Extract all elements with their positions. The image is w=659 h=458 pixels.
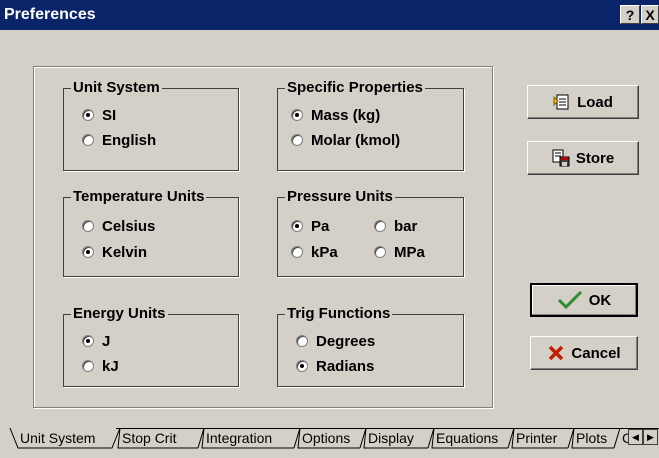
radio-kpa[interactable]: kPa: [291, 244, 338, 262]
tab-stop-crit[interactable]: Stop Crit: [120, 428, 178, 448]
radio-si[interactable]: SI: [82, 107, 116, 125]
ok-label: OK: [588, 291, 612, 309]
tab-options[interactable]: Options: [300, 428, 352, 448]
radio-button-icon: [82, 109, 94, 121]
pressure-units-group: Pressure Units Pa bar kPa MPa: [277, 188, 464, 277]
checkmark-icon: [557, 291, 582, 309]
specific-properties-group: Specific Properties Mass (kg) Molar (kmo…: [277, 79, 464, 171]
radio-kelvin[interactable]: Kelvin: [82, 244, 147, 262]
group-legend: Temperature Units: [71, 188, 207, 206]
radio-kj[interactable]: kJ: [82, 358, 119, 376]
radio-button-icon: [296, 360, 308, 372]
store-file-icon: [552, 149, 570, 167]
radio-celsius[interactable]: Celsius: [82, 218, 155, 236]
radio-button-icon: [82, 246, 94, 258]
group-legend: Energy Units: [71, 305, 168, 323]
window-title: Preferences: [4, 6, 96, 23]
group-legend: Trig Functions: [285, 305, 393, 323]
load-button[interactable]: Load: [527, 85, 639, 119]
unit-system-group: Unit System SI English: [63, 79, 239, 171]
radio-button-icon: [291, 109, 303, 121]
radio-button-icon: [82, 335, 94, 347]
scroll-right-icon[interactable]: ▶: [643, 429, 658, 445]
group-legend: Unit System: [71, 79, 162, 97]
ok-button[interactable]: OK: [530, 283, 638, 317]
radio-pa[interactable]: Pa: [291, 218, 329, 236]
tab-equations[interactable]: Equations: [434, 428, 500, 448]
radio-button-icon: [374, 220, 386, 232]
store-button[interactable]: Store: [527, 141, 639, 175]
radio-mass[interactable]: Mass (kg): [291, 107, 380, 125]
radio-button-icon: [82, 360, 94, 372]
radio-button-icon: [82, 134, 94, 146]
temperature-units-group: Temperature Units Celsius Kelvin: [63, 188, 239, 277]
tab-strip: Unit System Stop Crit Integration Option…: [8, 428, 659, 450]
radio-english[interactable]: English: [82, 132, 156, 150]
radio-mpa[interactable]: MPa: [374, 244, 425, 262]
radio-button-icon: [374, 246, 386, 258]
close-button[interactable]: X: [641, 5, 659, 24]
tab-unit-system[interactable]: Unit System: [18, 428, 97, 448]
store-label: Store: [575, 149, 615, 167]
group-legend: Pressure Units: [285, 188, 395, 206]
load-label: Load: [577, 93, 613, 111]
radio-button-icon: [291, 246, 303, 258]
x-icon: [549, 345, 564, 361]
load-file-icon: [553, 94, 569, 110]
radio-button-icon: [291, 220, 303, 232]
trig-functions-group: Trig Functions Degrees Radians: [277, 305, 464, 387]
tab-scroller: ◀ ▶: [628, 429, 659, 446]
energy-units-group: Energy Units J kJ: [63, 305, 239, 387]
tab-plots[interactable]: Plots: [574, 428, 609, 448]
scroll-left-icon[interactable]: ◀: [628, 429, 643, 445]
radio-molar[interactable]: Molar (kmol): [291, 132, 400, 150]
tab-display[interactable]: Display: [366, 428, 416, 448]
radio-button-icon: [82, 220, 94, 232]
radio-bar[interactable]: bar: [374, 218, 417, 236]
tab-printer[interactable]: Printer: [514, 428, 559, 448]
radio-button-icon: [291, 134, 303, 146]
radio-degrees[interactable]: Degrees: [296, 333, 375, 351]
cancel-button[interactable]: Cancel: [530, 336, 638, 370]
radio-button-icon: [296, 335, 308, 347]
help-button[interactable]: ?: [620, 5, 640, 24]
group-legend: Specific Properties: [285, 79, 425, 97]
radio-radians[interactable]: Radians: [296, 358, 374, 376]
options-panel: Unit System SI English Specific Properti…: [33, 66, 493, 408]
title-bar[interactable]: Preferences ? X: [0, 0, 659, 30]
cancel-label: Cancel: [571, 344, 621, 362]
tab-integration[interactable]: Integration: [204, 428, 274, 448]
radio-j[interactable]: J: [82, 333, 110, 351]
